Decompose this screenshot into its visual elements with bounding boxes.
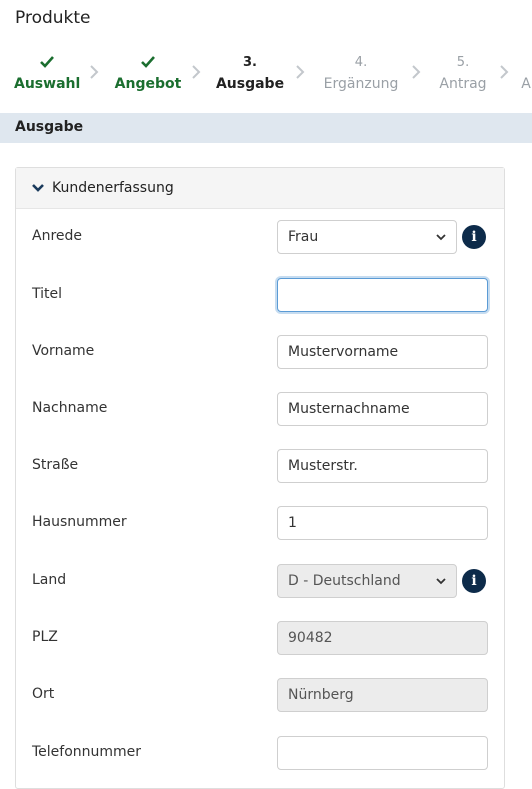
section-header: Ausgabe: [0, 113, 532, 143]
field-label: Land: [32, 572, 67, 588]
form-row-ort: Ort: [16, 678, 504, 714]
field-label: Hausnummer: [32, 514, 127, 530]
chevron-right-icon: [90, 65, 99, 79]
telefonnummer-input[interactable]: [277, 736, 488, 770]
check-icon: [14, 52, 80, 72]
panel-title: Kundenerfassung: [52, 180, 174, 196]
chevron-down-icon: [32, 184, 44, 192]
hausnummer-input[interactable]: [277, 506, 488, 540]
step-label: Antrag: [439, 76, 487, 92]
section-title: Ausgabe: [15, 119, 84, 135]
step-number: 4.: [354, 54, 368, 70]
step-angebot[interactable]: Angebot: [112, 52, 184, 92]
chevron-right-icon: [192, 65, 201, 79]
field-label: Anrede: [32, 228, 83, 244]
field-label: Nachname: [32, 400, 108, 416]
field-label: Titel: [32, 286, 63, 302]
select-value: Frau: [288, 229, 319, 245]
field-label: Straße: [32, 457, 79, 473]
form-row-strasse: Straße: [16, 449, 504, 485]
step-ergaenzung[interactable]: 4. Ergänzung: [318, 52, 404, 93]
form-row-plz: PLZ: [16, 621, 504, 657]
field-label: Ort: [32, 686, 55, 702]
step-label: Angebot: [114, 76, 182, 92]
form-row-vorname: Vorname: [16, 335, 504, 371]
step-ausgabe[interactable]: 3. Ausgabe: [214, 52, 286, 93]
step-label: Ausgabe: [215, 76, 285, 92]
step-number: 5.: [456, 54, 470, 70]
field-label: Vorname: [32, 343, 95, 359]
wizard-stepper: Auswahl Angebot 3. Ausgabe 4. Ergänzung …: [0, 52, 532, 98]
form-row-nachname: Nachname: [16, 392, 504, 428]
info-icon[interactable]: i: [462, 569, 486, 593]
check-icon: [112, 52, 184, 72]
step-antrag[interactable]: 5. Antrag: [434, 52, 492, 93]
info-icon[interactable]: i: [462, 225, 486, 249]
step-auswahl[interactable]: Auswahl: [14, 52, 80, 92]
field-label: PLZ: [32, 629, 58, 645]
titel-input[interactable]: [277, 278, 488, 312]
step-label: Auswahl: [14, 76, 81, 92]
anrede-select[interactable]: Frau: [277, 220, 457, 254]
step-label: Ergänzung: [323, 76, 399, 92]
panel-header-toggle[interactable]: Kundenerfassung: [16, 168, 504, 209]
kundenerfassung-panel: Kundenerfassung Anrede Frau i Titel Vorn…: [15, 167, 505, 789]
chevron-right-icon: [412, 65, 421, 79]
form-row-hausnummer: Hausnummer: [16, 506, 504, 542]
step-number: 3.: [243, 54, 257, 70]
strasse-input[interactable]: [277, 449, 488, 483]
field-label: Telefonnummer: [32, 744, 142, 760]
step-label: A: [521, 76, 531, 92]
chevron-right-icon: [296, 65, 305, 79]
page-title: Produkte: [15, 8, 91, 28]
chevron-down-icon: [436, 577, 446, 584]
step-next-partial[interactable]: A: [520, 52, 532, 92]
plz-input[interactable]: [277, 621, 488, 655]
land-select[interactable]: D - Deutschland: [277, 564, 457, 598]
chevron-right-icon: [500, 65, 509, 79]
vorname-input[interactable]: [277, 335, 488, 369]
form-row-telefonnummer: Telefonnummer: [16, 736, 504, 772]
form-row-titel: Titel: [16, 278, 504, 314]
form-row-anrede: Anrede Frau i: [16, 220, 504, 256]
nachname-input[interactable]: [277, 392, 488, 426]
form-row-land: Land D - Deutschland i: [16, 564, 504, 600]
chevron-down-icon: [436, 233, 446, 240]
select-value: D - Deutschland: [288, 573, 401, 589]
ort-input[interactable]: [277, 678, 488, 712]
